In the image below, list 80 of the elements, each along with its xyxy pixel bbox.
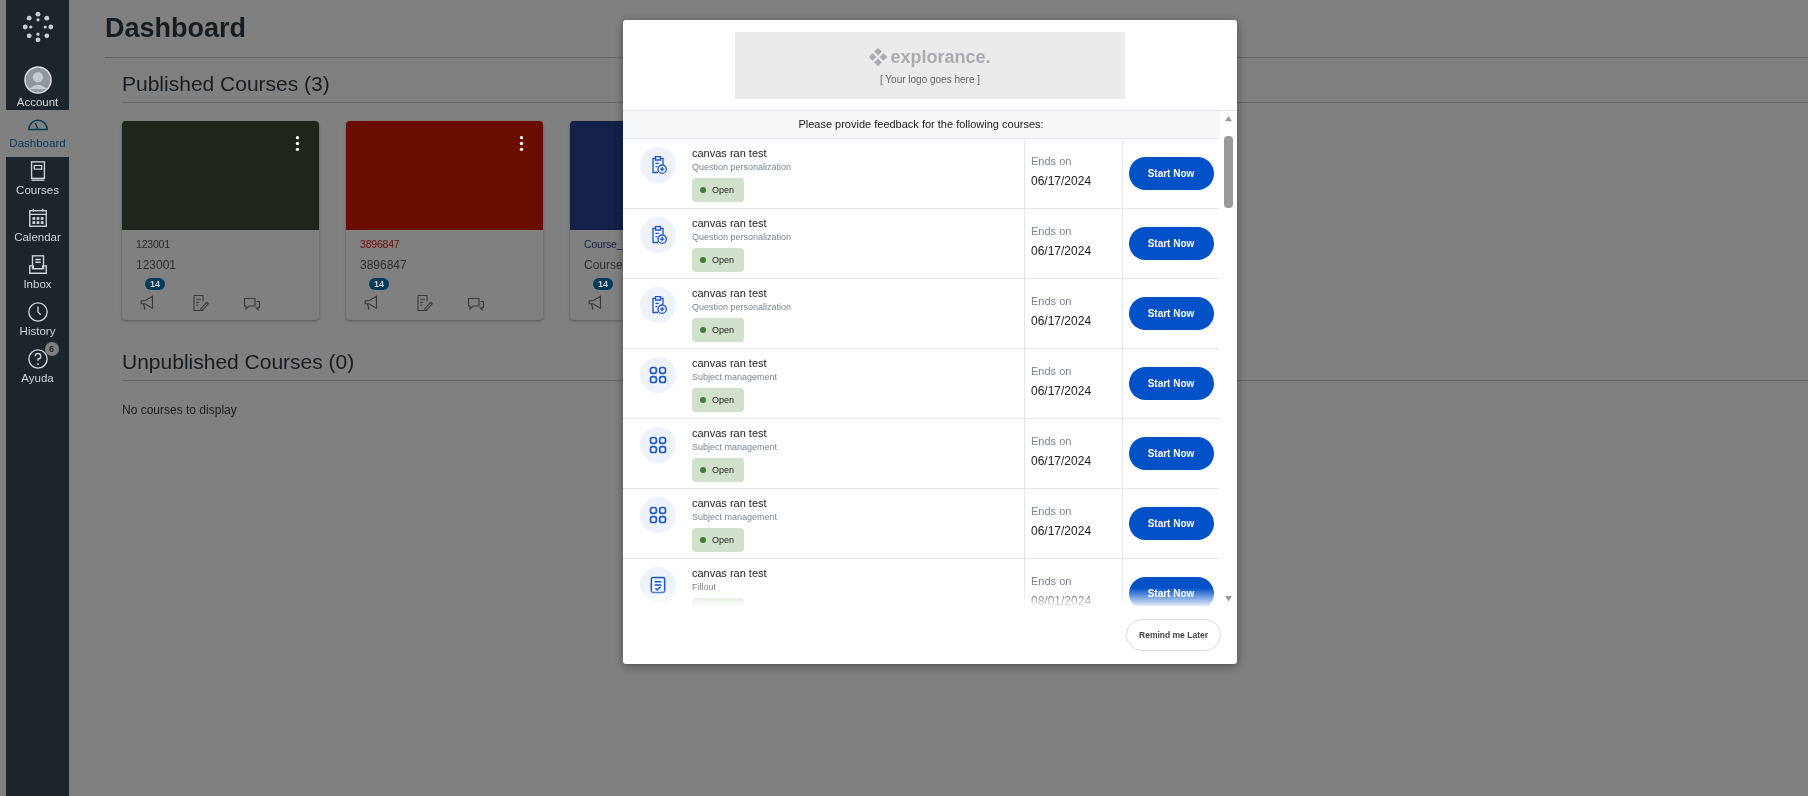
- nav-item[interactable]: Inbox: [6, 251, 69, 298]
- course-name: canvas ran test: [692, 427, 767, 439]
- end-date: 06/17/2024: [1031, 174, 1093, 188]
- start-now-button[interactable]: Start Now: [1128, 157, 1214, 190]
- end-date: 06/17/2024: [1031, 384, 1093, 398]
- course-name: canvas ran test: [692, 287, 767, 299]
- count-badge: 14: [593, 278, 613, 290]
- start-now-button[interactable]: Start Now: [1128, 507, 1214, 540]
- form-type: Subject management: [692, 372, 778, 382]
- clock-icon: [26, 301, 49, 323]
- count-badge: 14: [145, 278, 165, 290]
- course-code: 123001: [136, 258, 177, 272]
- form-type: Question personalization: [692, 232, 792, 242]
- course-code: 3896847: [360, 258, 407, 272]
- remind-later-button[interactable]: Remind me Later: [1126, 619, 1221, 651]
- ends-label: Ends on: [1031, 575, 1073, 587]
- help-icon: [26, 348, 49, 370]
- count-badge: 6: [44, 342, 59, 356]
- course-name: canvas ran test: [692, 357, 767, 369]
- status-badge: Open: [692, 178, 744, 202]
- nav-item[interactable]: 6 Ayuda: [6, 345, 69, 392]
- course-card[interactable]: 123001 123001 14: [122, 121, 319, 320]
- nav-item[interactable]: Calendar: [6, 204, 69, 251]
- nav-item[interactable]: Courses: [6, 157, 69, 204]
- scroll-thumb[interactable]: [1223, 136, 1233, 208]
- status-badge: Open: [692, 458, 744, 482]
- nav-item[interactable]: History: [6, 298, 69, 345]
- status-badge: Open: [692, 248, 744, 272]
- course-name: canvas ran test: [692, 497, 767, 509]
- scroll-up-icon[interactable]: [1223, 115, 1233, 122]
- assignment-icon[interactable]: [191, 294, 209, 312]
- ends-label: Ends on: [1031, 295, 1073, 307]
- logo-caption: [ Your logo goes here ]: [879, 73, 981, 85]
- form-type: Subject management: [692, 442, 778, 452]
- scroll-down-icon[interactable]: [1223, 595, 1233, 602]
- instructions-bar: Please provide feedback for the following courses:: [623, 111, 1219, 139]
- end-date: 08/01/2024: [1031, 594, 1093, 606]
- start-now-button[interactable]: Start Now: [1128, 227, 1214, 260]
- empty-message: No courses to display: [122, 403, 237, 417]
- start-now-button[interactable]: Start Now: [1128, 297, 1214, 330]
- avatar-icon: [23, 66, 52, 94]
- course-name: canvas ran test: [692, 147, 767, 159]
- course-card[interactable]: 3896847 3896847 14: [346, 121, 543, 320]
- ends-label: Ends on: [1031, 225, 1073, 237]
- start-now-button[interactable]: Start Now: [1128, 577, 1214, 606]
- course-name: canvas ran test: [692, 567, 767, 579]
- diamond-logo-icon: [869, 48, 888, 66]
- checklist-icon: [648, 575, 668, 595]
- end-date: 06/17/2024: [1031, 314, 1093, 328]
- nav-item[interactable]: Account: [6, 63, 69, 110]
- more-options-icon[interactable]: [519, 135, 524, 152]
- end-date: 06/17/2024: [1031, 454, 1093, 468]
- ends-label: Ends on: [1031, 435, 1073, 447]
- status-badge: Open: [692, 388, 744, 412]
- end-date: 06/17/2024: [1031, 244, 1093, 258]
- form-type: Subject management: [692, 512, 778, 522]
- status-badge: Open: [692, 528, 744, 552]
- course-code: Course: [584, 258, 623, 272]
- start-now-button[interactable]: Start Now: [1128, 437, 1214, 470]
- assignment-icon[interactable]: [415, 294, 433, 312]
- ends-label: Ends on: [1031, 155, 1073, 167]
- course-link[interactable]: Course_: [584, 238, 623, 250]
- course-name: canvas ran test: [692, 217, 767, 229]
- logo-icon[interactable]: [21, 11, 54, 43]
- form-type: Question personalization: [692, 162, 792, 172]
- start-now-button[interactable]: Start Now: [1128, 367, 1214, 400]
- ends-label: Ends on: [1031, 505, 1073, 517]
- grid-icon: [648, 435, 668, 455]
- count-badge: 14: [369, 278, 389, 290]
- end-date: 06/17/2024: [1031, 524, 1093, 538]
- course-link[interactable]: 123001: [136, 238, 170, 250]
- grid-icon: [648, 365, 668, 385]
- inbox-icon: [26, 254, 49, 276]
- ends-label: Ends on: [1031, 365, 1073, 377]
- more-options-icon[interactable]: [295, 135, 300, 152]
- grid-icon: [648, 505, 668, 525]
- form-type: Fillout: [692, 582, 716, 592]
- status-badge: Open: [692, 318, 744, 342]
- calendar-icon: [26, 207, 49, 229]
- form-type: Question personalization: [692, 302, 792, 312]
